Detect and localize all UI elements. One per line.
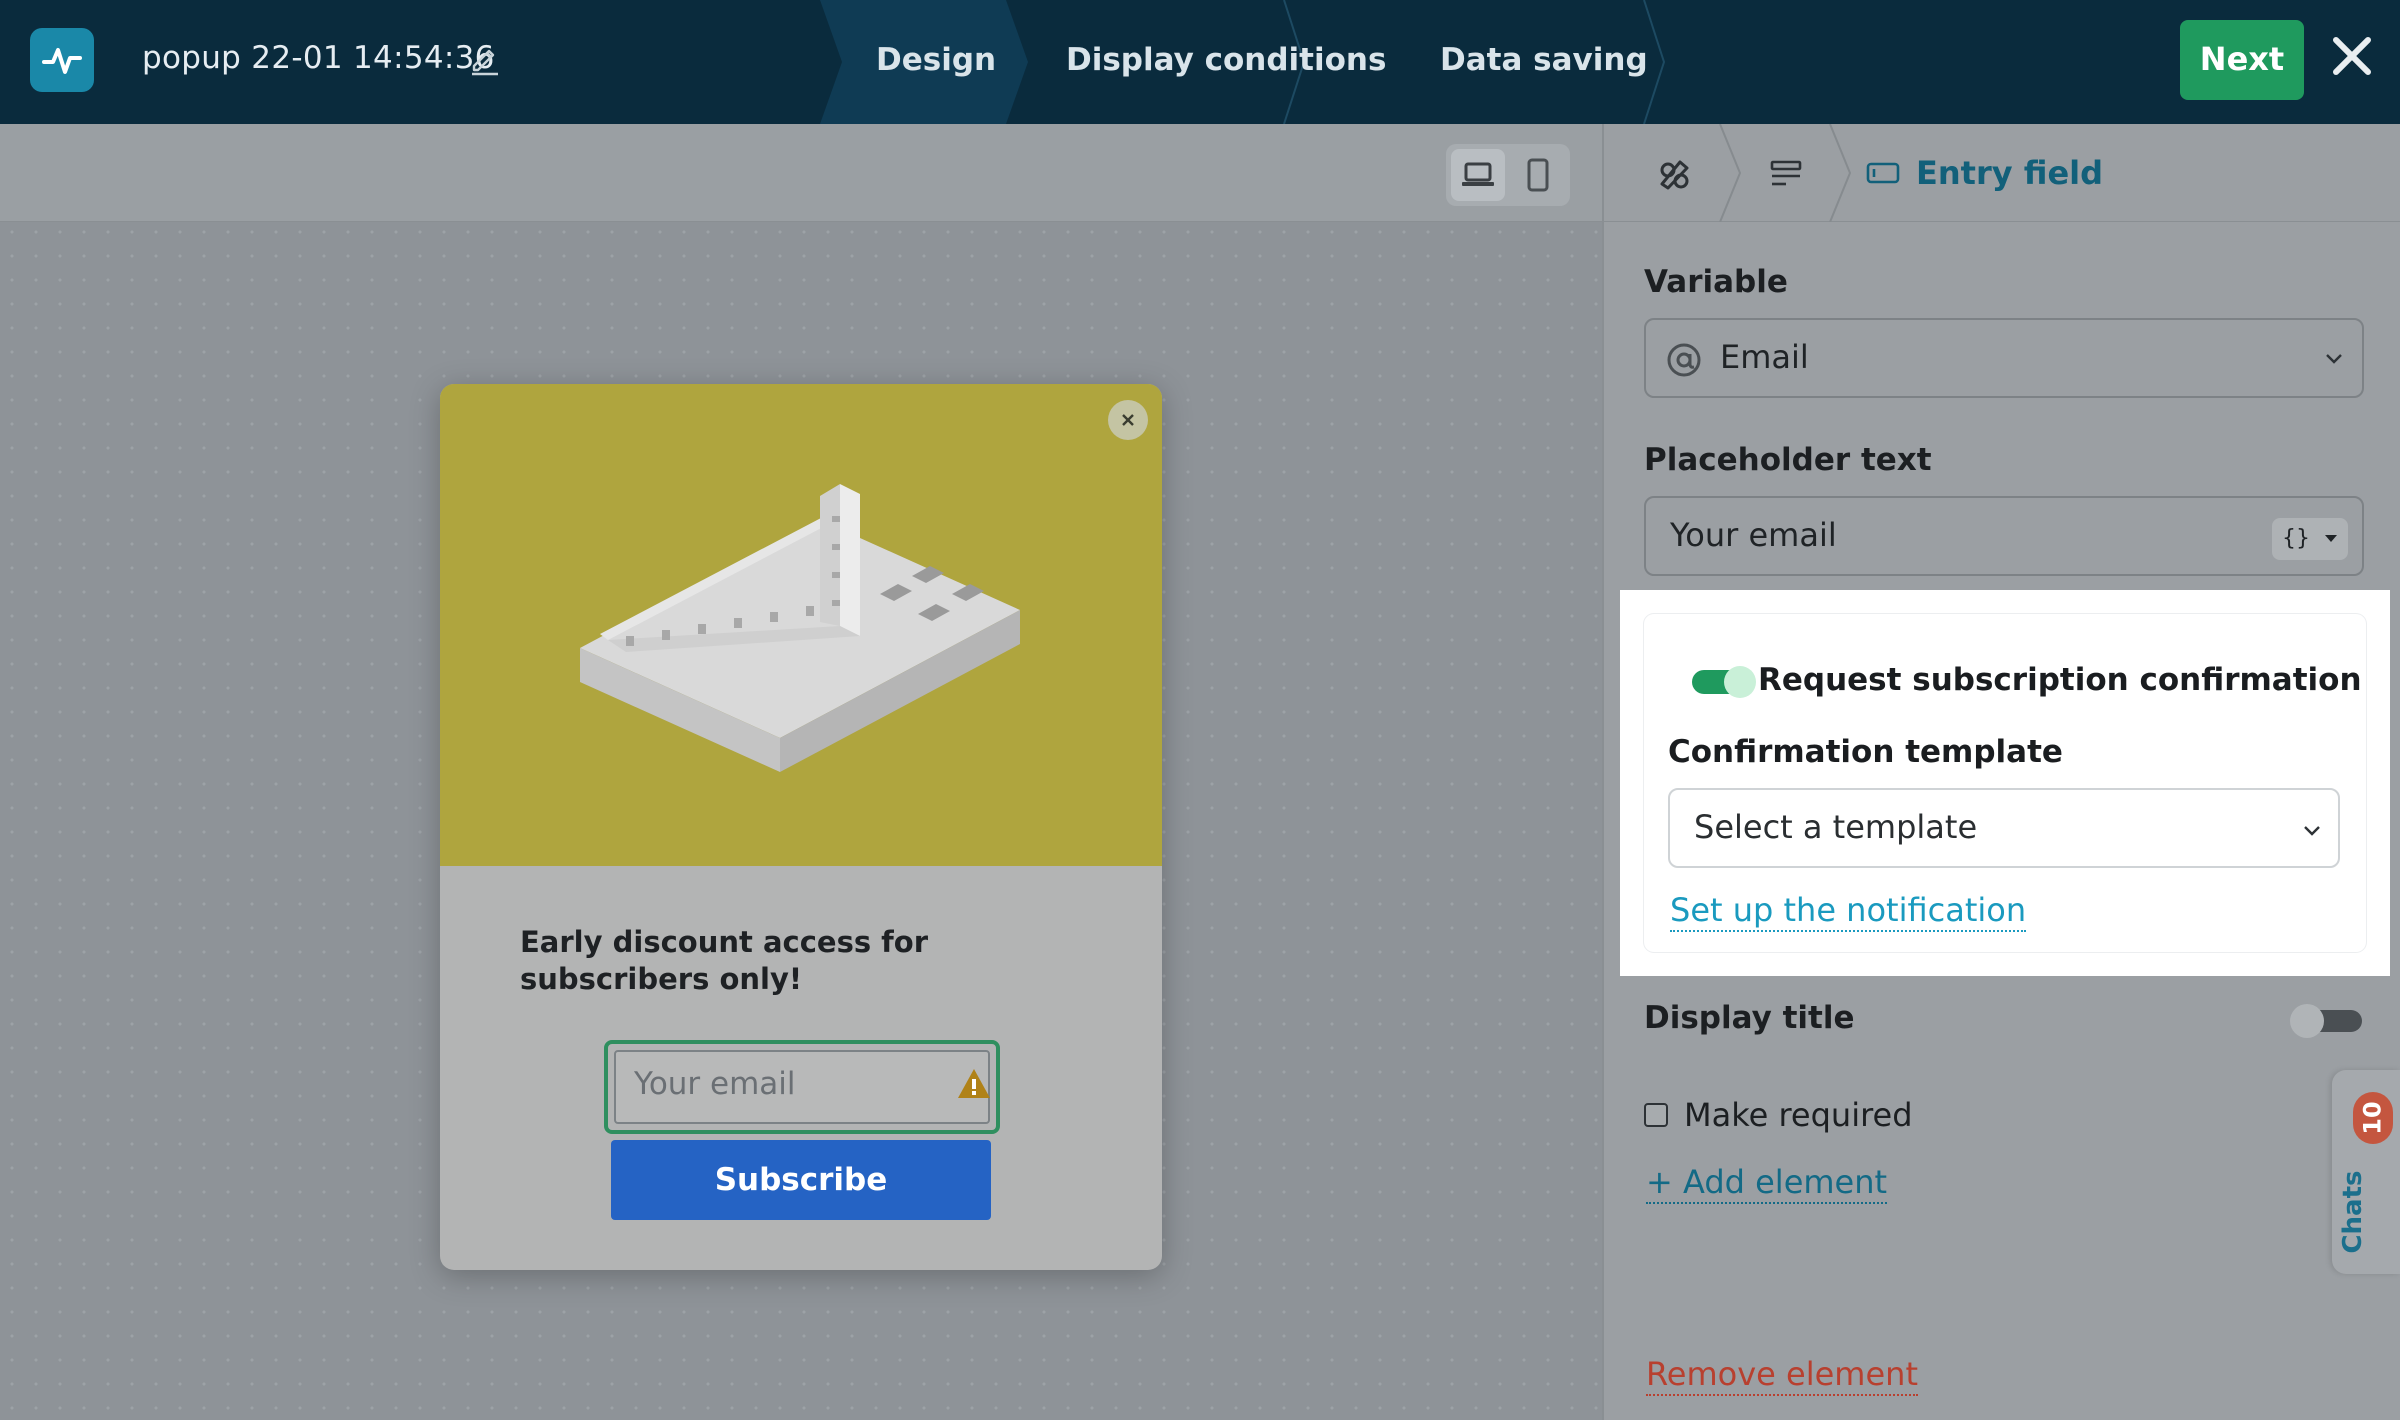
- add-element-link[interactable]: + Add element: [1646, 1162, 1888, 1204]
- confirmation-highlight: Request subscription confirmation Confir…: [1620, 590, 2390, 976]
- chats-label: Chats: [2338, 1170, 2368, 1254]
- step-display-conditions-label: Display conditions: [1066, 42, 1387, 78]
- mobile-view-button[interactable]: [1511, 149, 1565, 201]
- confirmation-toggle[interactable]: [1690, 662, 1760, 702]
- display-title-label: Display title: [1644, 1000, 1855, 1036]
- panel-tab-entry-field[interactable]: Entry field: [1866, 152, 2103, 194]
- variable-label: Variable: [1644, 264, 1788, 300]
- mobile-phone-icon: [1527, 158, 1549, 192]
- insert-variable-button[interactable]: {}: [2272, 518, 2348, 560]
- app-logo[interactable]: [30, 28, 94, 92]
- make-required-label: Make required: [1684, 1096, 1913, 1134]
- subscribe-button[interactable]: Subscribe: [611, 1140, 991, 1220]
- warning-icon: [958, 1069, 990, 1098]
- subscription-confirmation-card: Request subscription confirmation Confir…: [1644, 614, 2366, 952]
- pulse-icon: [42, 48, 82, 74]
- chevron-down-icon: [2326, 354, 2342, 364]
- top-bar: popup 22-01 14:54:36 Design Display cond…: [0, 0, 2400, 124]
- placeholder-text-input[interactable]: Your email {}: [1644, 496, 2364, 576]
- placeholder-text-label: Placeholder text: [1644, 442, 1932, 478]
- close-icon: [1122, 414, 1134, 426]
- step-design-label: Design: [876, 42, 997, 78]
- placeholder-text-value: Your email: [1670, 516, 1837, 554]
- make-required-checkbox[interactable]: [1644, 1103, 1668, 1127]
- set-up-notification-link[interactable]: Set up the notification: [1670, 890, 2027, 932]
- close-icon[interactable]: [2330, 34, 2374, 78]
- display-title-toggle[interactable]: [2288, 1002, 2364, 1040]
- confirmation-template-label: Confirmation template: [1668, 734, 2063, 770]
- popup-close-button[interactable]: [1108, 400, 1148, 440]
- pencil-icon[interactable]: [466, 40, 502, 76]
- make-required-row[interactable]: Make required: [1644, 1096, 1913, 1134]
- breadcrumb-separator: [1829, 124, 1852, 222]
- panel-tab-style[interactable]: [1650, 150, 1698, 198]
- panel-breadcrumb: Entry field: [1604, 124, 2400, 222]
- variable-value: Email: [1720, 338, 1809, 376]
- step-data-saving[interactable]: Data saving: [1340, 0, 1670, 124]
- popup-email-placeholder: Your email: [634, 1066, 796, 1102]
- chats-count-badge: 10: [2353, 1092, 2393, 1144]
- popup-heading: Early discount access for subscribers on…: [520, 925, 929, 996]
- laptop-icon: [1462, 162, 1494, 186]
- next-button[interactable]: Next: [2180, 20, 2304, 100]
- palette-icon: [1660, 160, 1689, 190]
- chats-tab[interactable]: 10 Chats: [2332, 1070, 2400, 1274]
- confirmation-template-value: Select a template: [1694, 808, 1978, 846]
- popup-preview[interactable]: Early discount access for subscribers on…: [440, 384, 1162, 1270]
- popup-email-input[interactable]: Your email: [604, 1040, 1000, 1134]
- isometric-box-illustration: [580, 484, 1020, 772]
- panel-tab-form[interactable]: [1762, 150, 1810, 198]
- step-display-conditions[interactable]: Display conditions: [1024, 0, 1386, 124]
- confirmation-template-select[interactable]: Select a template: [1668, 788, 2340, 868]
- breadcrumb-separator: [1719, 124, 1742, 222]
- input-field-icon: [1866, 162, 1900, 184]
- entry-field-tab-label: Entry field: [1916, 154, 2104, 192]
- variable-select[interactable]: Email: [1644, 318, 2364, 398]
- remove-element-link[interactable]: Remove element: [1646, 1354, 1918, 1396]
- step-design[interactable]: Design: [820, 0, 1030, 124]
- caret-down-icon: [2325, 535, 2337, 542]
- at-sign-icon: [1667, 343, 1701, 377]
- step-data-saving-label: Data saving: [1440, 42, 1648, 78]
- popup-hero-image: [440, 384, 1162, 866]
- desktop-view-button[interactable]: [1451, 149, 1505, 201]
- document-title: popup 22-01 14:54:36: [142, 40, 495, 76]
- chevron-down-icon: [2304, 826, 2320, 836]
- braces-icon: {}: [2282, 526, 2310, 551]
- form-lines-icon: [1770, 160, 1802, 186]
- device-switcher: [1446, 144, 1570, 206]
- canvas-toolbar: [0, 124, 1602, 222]
- confirmation-toggle-label: Request subscription confirmation: [1758, 662, 2362, 698]
